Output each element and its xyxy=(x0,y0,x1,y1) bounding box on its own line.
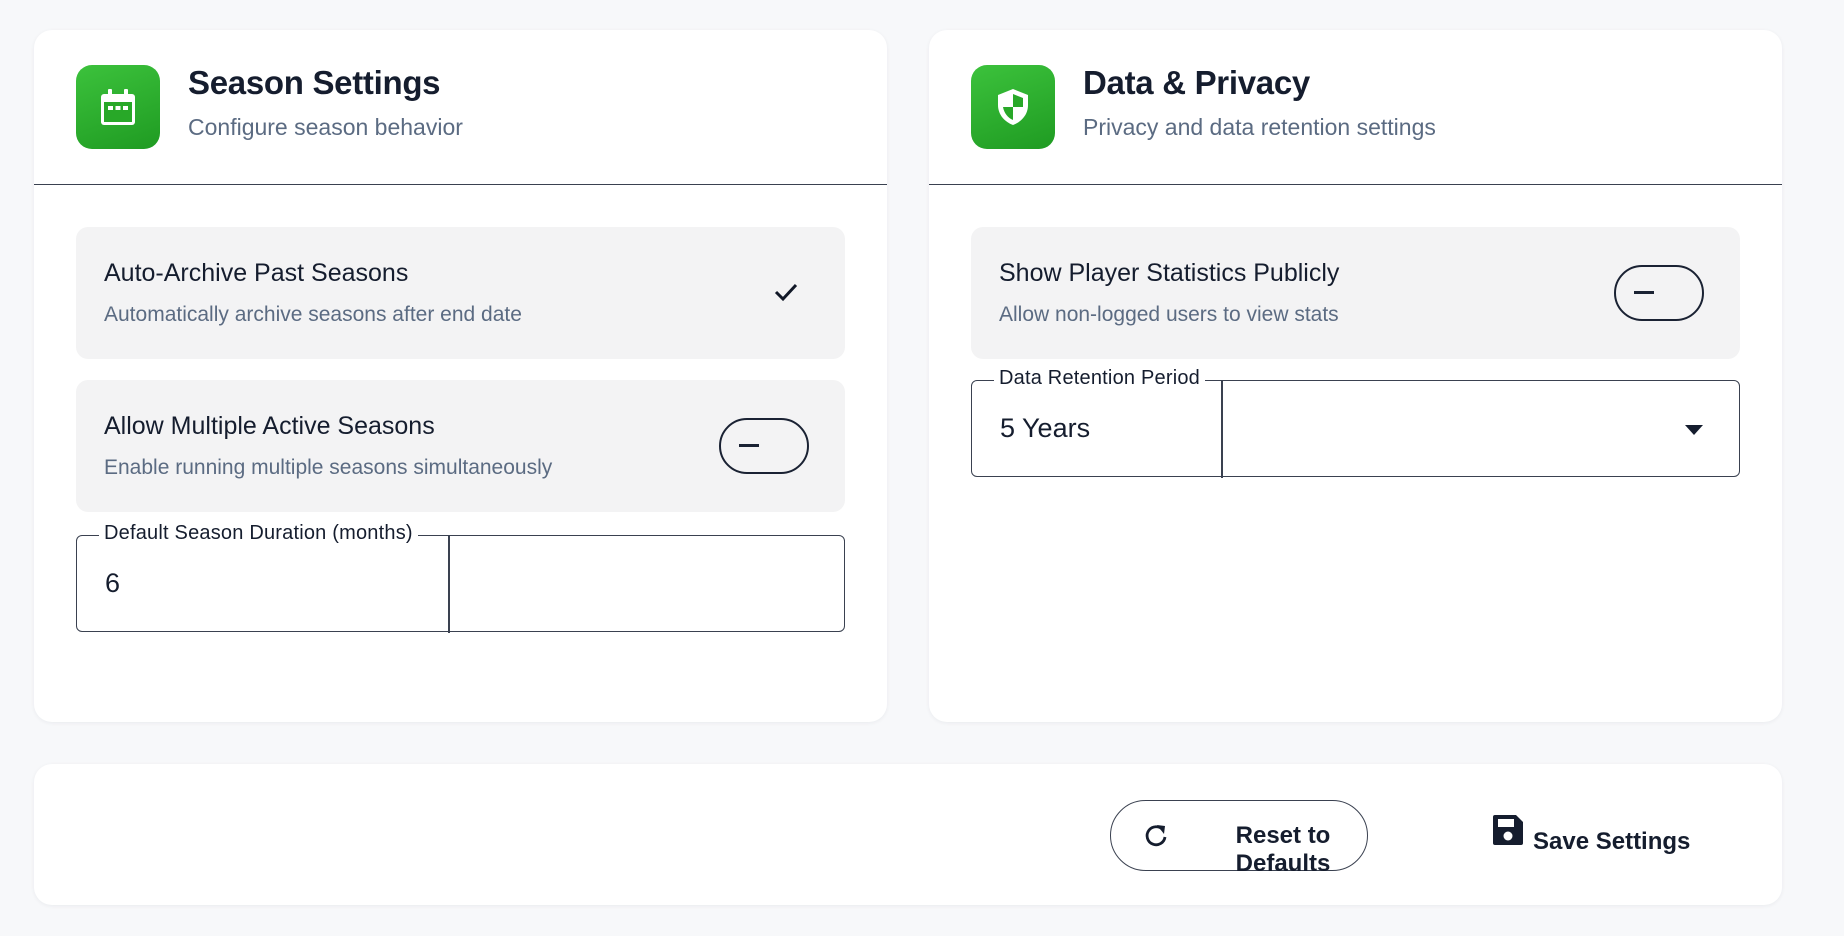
shield-icon xyxy=(971,65,1055,149)
field-divider xyxy=(448,534,450,633)
actions-bar: Reset to Defaults Save Settings xyxy=(34,764,1782,905)
season-settings-card: Season Settings Configure season behavio… xyxy=(34,30,887,722)
checkmark-icon[interactable] xyxy=(773,279,799,305)
multiple-active-toggle[interactable] xyxy=(719,418,809,474)
reset-to-defaults-label: Reset to Defaults xyxy=(1235,822,1331,877)
calendar-icon xyxy=(76,65,160,149)
save-settings-label: Save Settings xyxy=(1533,828,1691,855)
data-privacy-title: Data & Privacy xyxy=(1083,64,1310,101)
public-stats-toggle[interactable] xyxy=(1614,265,1704,321)
multiple-active-label: Allow Multiple Active Seasons xyxy=(104,412,435,440)
toggle-off-icon xyxy=(739,444,759,447)
season-duration-value[interactable]: 6 xyxy=(105,568,120,599)
public-stats-row: Show Player Statistics Publicly Allow no… xyxy=(971,227,1740,359)
season-settings-title: Season Settings xyxy=(188,64,441,101)
season-settings-subtitle: Configure season behavior xyxy=(188,114,463,140)
toggle-off-icon xyxy=(1634,291,1654,294)
auto-archive-row[interactable]: Auto-Archive Past Seasons Automatically … xyxy=(76,227,845,359)
dropdown-arrow-icon[interactable] xyxy=(1685,425,1703,435)
reset-to-defaults-button[interactable]: Reset to Defaults xyxy=(1110,800,1368,877)
data-privacy-subtitle: Privacy and data retention settings xyxy=(1083,114,1436,140)
multiple-active-description: Enable running multiple seasons simultan… xyxy=(104,456,553,479)
auto-archive-label: Auto-Archive Past Seasons xyxy=(104,259,409,287)
save-settings-button[interactable]: Save Settings xyxy=(1490,800,1730,871)
field-divider xyxy=(1221,379,1223,478)
data-retention-label: Data Retention Period xyxy=(994,367,1205,390)
season-duration-field[interactable]: Default Season Duration (months) 6 xyxy=(76,522,845,633)
public-stats-description: Allow non-logged users to view stats xyxy=(999,303,1339,326)
data-privacy-header: Data & Privacy Privacy and data retentio… xyxy=(929,30,1782,185)
multiple-active-row: Allow Multiple Active Seasons Enable run… xyxy=(76,380,845,512)
season-settings-header: Season Settings Configure season behavio… xyxy=(34,30,887,185)
season-duration-label: Default Season Duration (months) xyxy=(99,522,418,545)
data-retention-value[interactable]: 5 Years xyxy=(1000,413,1090,444)
auto-archive-description: Automatically archive seasons after end … xyxy=(104,303,522,326)
public-stats-label: Show Player Statistics Publicly xyxy=(999,259,1340,287)
data-retention-select[interactable]: Data Retention Period 5 Years xyxy=(971,367,1740,478)
refresh-icon xyxy=(1145,825,1167,847)
save-icon xyxy=(1493,815,1523,845)
data-privacy-card: Data & Privacy Privacy and data retentio… xyxy=(929,30,1782,722)
